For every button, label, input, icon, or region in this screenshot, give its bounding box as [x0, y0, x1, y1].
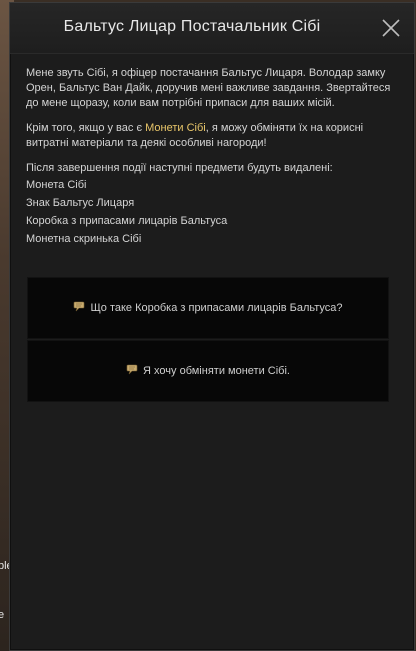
- dialog-option-supply-box-info[interactable]: Що таке Коробка з припасами лицарів Баль…: [27, 277, 389, 339]
- list-item: Монета Сібі: [26, 179, 87, 191]
- close-icon: [382, 19, 400, 37]
- intro-text: Мене звуть Сібі, я офіцер постачання Бал…: [26, 67, 391, 109]
- dialog-option-label: Що таке Коробка з припасами лицарів Баль…: [90, 302, 343, 314]
- close-button[interactable]: [380, 17, 402, 39]
- sibi-coins-highlight: Монети Сібі: [145, 122, 206, 134]
- dialog-title: Бальтус Лицар Постачальник Сібі: [63, 18, 321, 35]
- npc-dialog-window: Бальтус Лицар Постачальник Сібі Мене зву…: [9, 2, 415, 651]
- dialog-option-label: Я хочу обміняти монети Сібі.: [143, 365, 290, 377]
- dialog-option-exchange-coins[interactable]: Я хочу обміняти монети Сібі.: [27, 340, 389, 402]
- chat-bubble-icon: [73, 301, 86, 315]
- list-item: Коробка з припасами лицарів Бальтуса: [26, 215, 228, 227]
- list-item: Знак Бальтус Лицаря: [26, 197, 135, 209]
- background-text-fragment: e: [0, 609, 5, 621]
- exchange-text-start: Крім того, якщо у вас є: [26, 122, 146, 134]
- dialog-titlebar: Бальтус Лицар Постачальник Сібі: [10, 3, 414, 54]
- dialog-text: Мене звуть Сібі, я офіцер постачання Бал…: [26, 66, 398, 248]
- chat-bubble-icon: [126, 364, 139, 378]
- exchange-text: Крім того, якщо у вас є Монети Сібі, я м…: [26, 121, 398, 151]
- removal-notice: Після завершення події наступні предмети…: [26, 162, 333, 174]
- list-item: Монетна скринька Сібі: [26, 233, 142, 245]
